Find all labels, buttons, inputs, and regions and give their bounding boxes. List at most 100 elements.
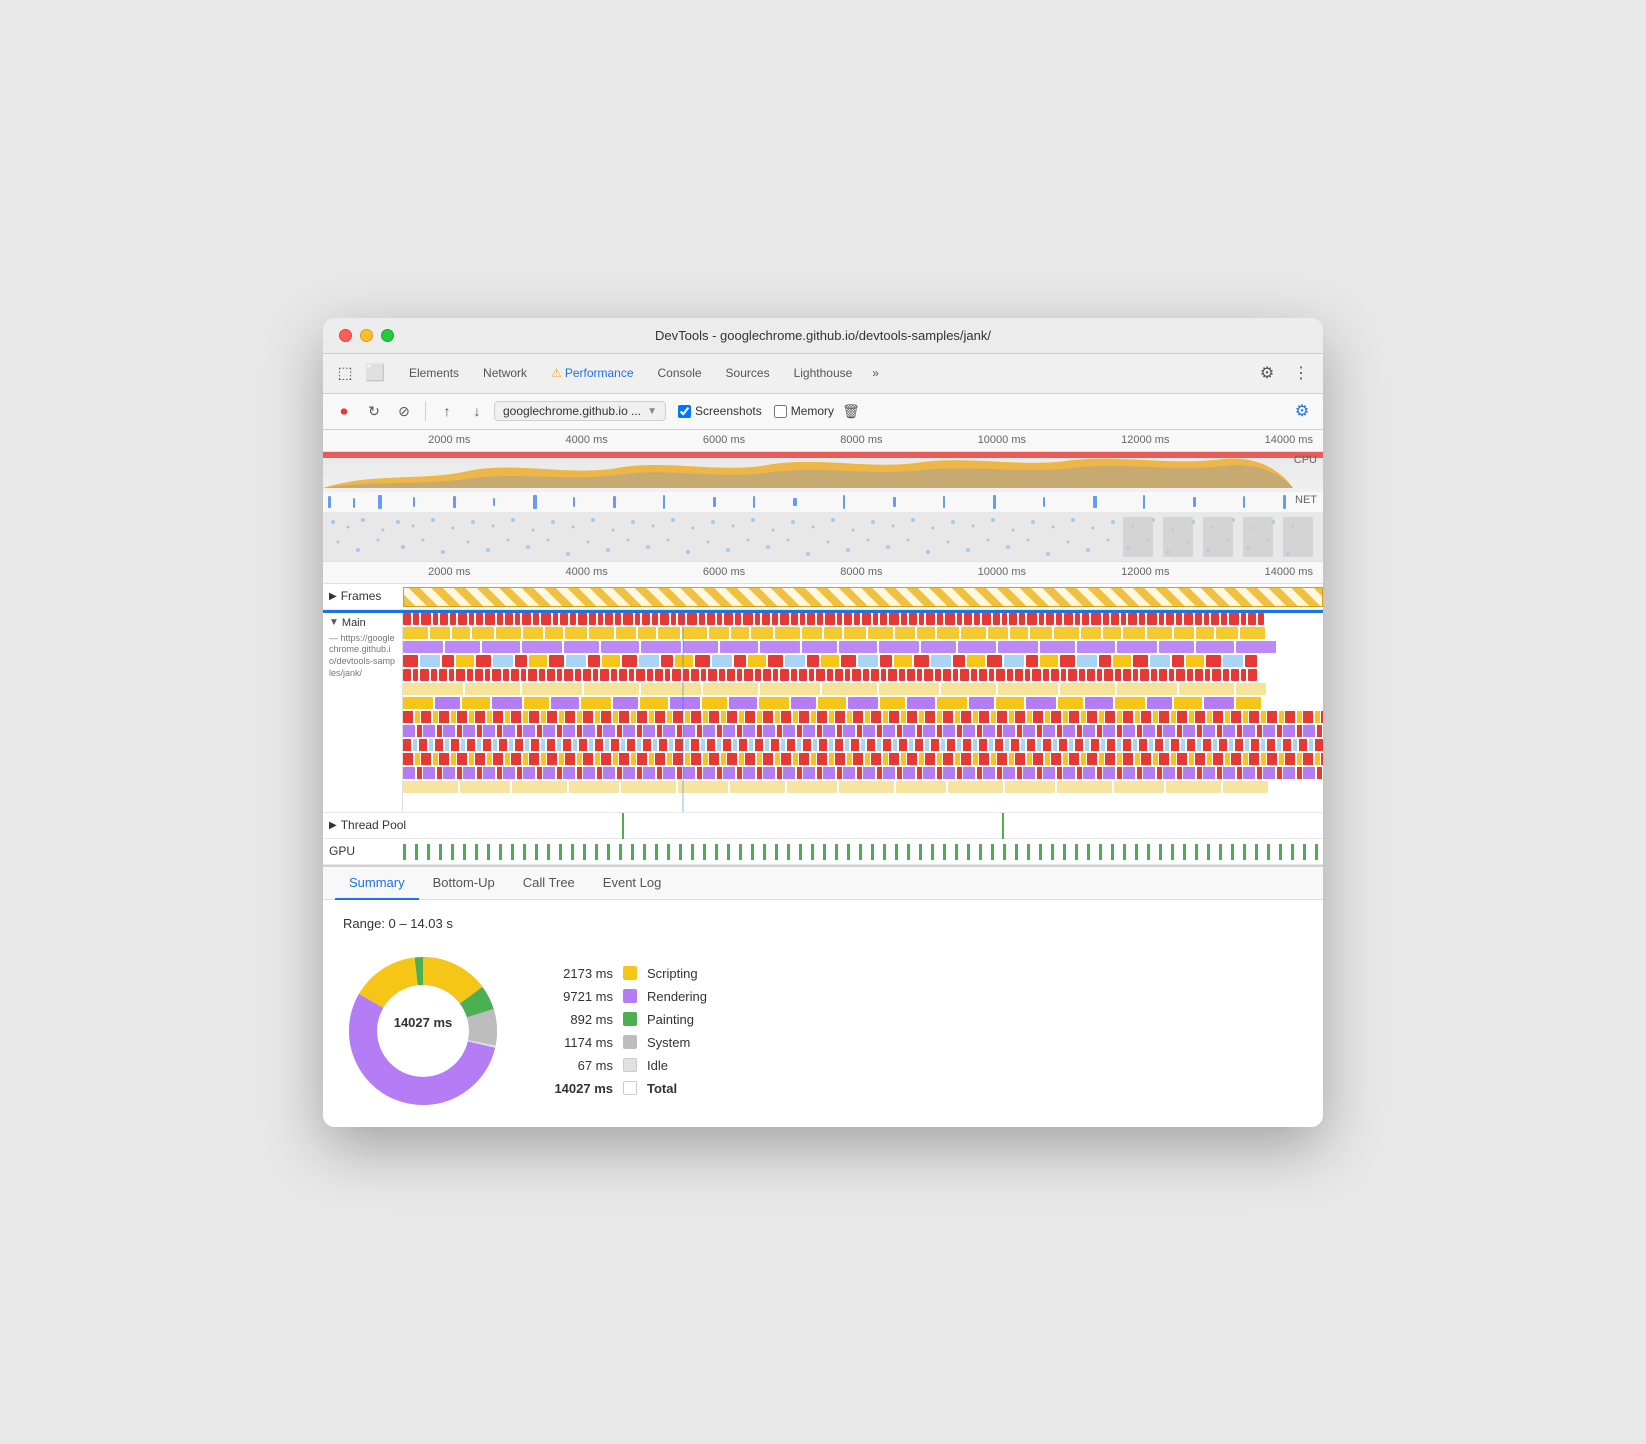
rendering-label: Rendering xyxy=(647,989,707,1004)
perf-settings-icon[interactable]: ⚙ xyxy=(1289,398,1315,424)
garbage-collect-icon[interactable]: 🗑 xyxy=(838,398,864,424)
cpu-label: CPU xyxy=(1294,454,1317,466)
bottom-tabs: Summary Bottom-Up Call Tree Event Log xyxy=(323,867,1323,900)
frames-track-header: ▶ Frames xyxy=(323,584,387,609)
mark-14000: 14000 ms xyxy=(1265,434,1313,446)
legend-system: 1174 ms System xyxy=(543,1035,707,1050)
mark2-4000: 4000 ms xyxy=(566,566,608,578)
painting-color xyxy=(623,1012,637,1026)
more-tabs-button[interactable]: » xyxy=(866,362,885,384)
memory-label: Memory xyxy=(791,404,834,418)
mark-6000: 6000 ms xyxy=(703,434,745,446)
clear-button[interactable]: ⊘ xyxy=(391,398,417,424)
total-label: Total xyxy=(647,1081,677,1096)
record-button[interactable]: ⏺ xyxy=(331,398,357,424)
legend-rendering: 9721 ms Rendering xyxy=(543,989,707,1004)
legend-painting: 892 ms Painting xyxy=(543,1012,707,1027)
tab-performance[interactable]: ⚠Performance xyxy=(541,362,643,384)
mark2-10000: 10000 ms xyxy=(978,566,1026,578)
memory-checkbox[interactable] xyxy=(774,405,787,418)
net-label: NET xyxy=(1295,494,1317,506)
mark-4000: 4000 ms xyxy=(566,434,608,446)
svg-text:14027 ms: 14027 ms xyxy=(394,1015,453,1030)
gpu-track[interactable]: GPU xyxy=(323,839,1323,865)
frames-track[interactable]: ▶ Frames xyxy=(323,584,1323,610)
net-chart[interactable]: NET xyxy=(323,492,1323,512)
screenshots-label: Screenshots xyxy=(695,404,762,418)
screenshots-checkbox[interactable] xyxy=(678,405,691,418)
mark2-14000: 14000 ms xyxy=(1265,566,1313,578)
timeline-ruler-bottom: 2000 ms 4000 ms 6000 ms 8000 ms 10000 ms… xyxy=(323,562,1323,584)
more-options-icon[interactable]: ⋮ xyxy=(1287,359,1315,387)
download-button[interactable]: ↓ xyxy=(464,398,490,424)
total-color xyxy=(623,1081,637,1095)
rendering-color xyxy=(623,989,637,1003)
reload-button[interactable]: ↻ xyxy=(361,398,387,424)
legend-total: 14027 ms Total xyxy=(543,1081,707,1096)
tab-network[interactable]: Network xyxy=(473,362,537,384)
tab-settings-area: ⚙ ⋮ xyxy=(1253,359,1315,387)
flame-chart xyxy=(403,613,1323,812)
tab-sources[interactable]: Sources xyxy=(716,362,780,384)
pointer-icon[interactable]: ⬚ xyxy=(331,359,359,387)
mark2-8000: 8000 ms xyxy=(840,566,882,578)
tab-elements[interactable]: Elements xyxy=(399,362,469,384)
tab-lighthouse[interactable]: Lighthouse xyxy=(784,362,863,384)
timeline-ruler-top: 2000 ms 4000 ms 6000 ms 8000 ms 10000 ms… xyxy=(323,430,1323,452)
tab-call-tree[interactable]: Call Tree xyxy=(509,867,589,900)
screenshots-checkbox-group: Screenshots xyxy=(678,404,762,418)
upload-button[interactable]: ↑ xyxy=(434,398,460,424)
gpu-svg xyxy=(403,842,1323,862)
system-value: 1174 ms xyxy=(543,1035,613,1050)
legend: 2173 ms Scripting 9721 ms Rendering 892 … xyxy=(543,966,707,1096)
thread-pool-track[interactable]: ▶ Thread Pool xyxy=(323,813,1323,839)
main-tabs: Elements Network ⚠Performance Console So… xyxy=(399,362,885,384)
main-track[interactable]: ▼ Main — https://googlechrome.github.io/… xyxy=(323,613,1323,813)
tracks-area: ▶ Frames ▼ Main — https://googlechrome.g… xyxy=(323,584,1323,865)
flame-chart-svg xyxy=(403,613,1323,812)
separator xyxy=(425,401,426,421)
scripting-label: Scripting xyxy=(647,966,698,981)
range-display: Range: 0 – 14.03 s xyxy=(343,916,1303,931)
device-toggle-icon[interactable]: ⬜ xyxy=(361,359,389,387)
legend-scripting: 2173 ms Scripting xyxy=(543,966,707,981)
legend-idle: 67 ms Idle xyxy=(543,1058,707,1073)
main-triangle-icon: ▼ xyxy=(329,617,339,628)
settings-icon[interactable]: ⚙ xyxy=(1253,359,1281,387)
maximize-button[interactable] xyxy=(381,329,394,342)
warning-icon: ⚠ xyxy=(551,366,562,380)
donut-chart: 14027 ms xyxy=(343,951,503,1111)
cpu-chart[interactable]: CPU xyxy=(323,452,1323,492)
idle-value: 67 ms xyxy=(543,1058,613,1073)
minimize-button[interactable] xyxy=(360,329,373,342)
mark2-12000: 12000 ms xyxy=(1121,566,1169,578)
net-svg xyxy=(323,492,1323,512)
mark2-2000: 2000 ms xyxy=(428,566,470,578)
scripting-color xyxy=(623,966,637,980)
tab-event-log[interactable]: Event Log xyxy=(589,867,676,900)
tab-console[interactable]: Console xyxy=(648,362,712,384)
url-display[interactable]: googlechrome.github.io ... ▼ xyxy=(494,401,666,421)
tab-summary[interactable]: Summary xyxy=(335,867,419,900)
mark-10000: 10000 ms xyxy=(978,434,1026,446)
painting-label: Painting xyxy=(647,1012,694,1027)
mark-8000: 8000 ms xyxy=(840,434,882,446)
tab-bottom-up[interactable]: Bottom-Up xyxy=(419,867,509,900)
idle-label: Idle xyxy=(647,1058,668,1073)
frames-triangle-icon: ▶ xyxy=(329,591,337,602)
close-button[interactable] xyxy=(339,329,352,342)
performance-area: 2000 ms 4000 ms 6000 ms 8000 ms 10000 ms… xyxy=(323,430,1323,865)
scripting-value: 2173 ms xyxy=(543,966,613,981)
summary-content: 14027 ms 2173 ms Scripting 9721 ms Rende… xyxy=(343,951,1303,1111)
rendering-value: 9721 ms xyxy=(543,989,613,1004)
url-arrow-icon: ▼ xyxy=(647,406,657,417)
system-color xyxy=(623,1035,637,1049)
traffic-lights xyxy=(339,329,394,342)
total-value: 14027 ms xyxy=(543,1081,613,1096)
thread-pool-triangle: ▶ xyxy=(329,820,337,831)
frames-bar xyxy=(403,587,1323,607)
thread-pool-svg xyxy=(403,813,1323,839)
idle-color xyxy=(623,1058,637,1072)
cpu-svg xyxy=(323,452,1323,492)
ruler-marks-top: 2000 ms 4000 ms 6000 ms 8000 ms 10000 ms… xyxy=(323,434,1323,446)
